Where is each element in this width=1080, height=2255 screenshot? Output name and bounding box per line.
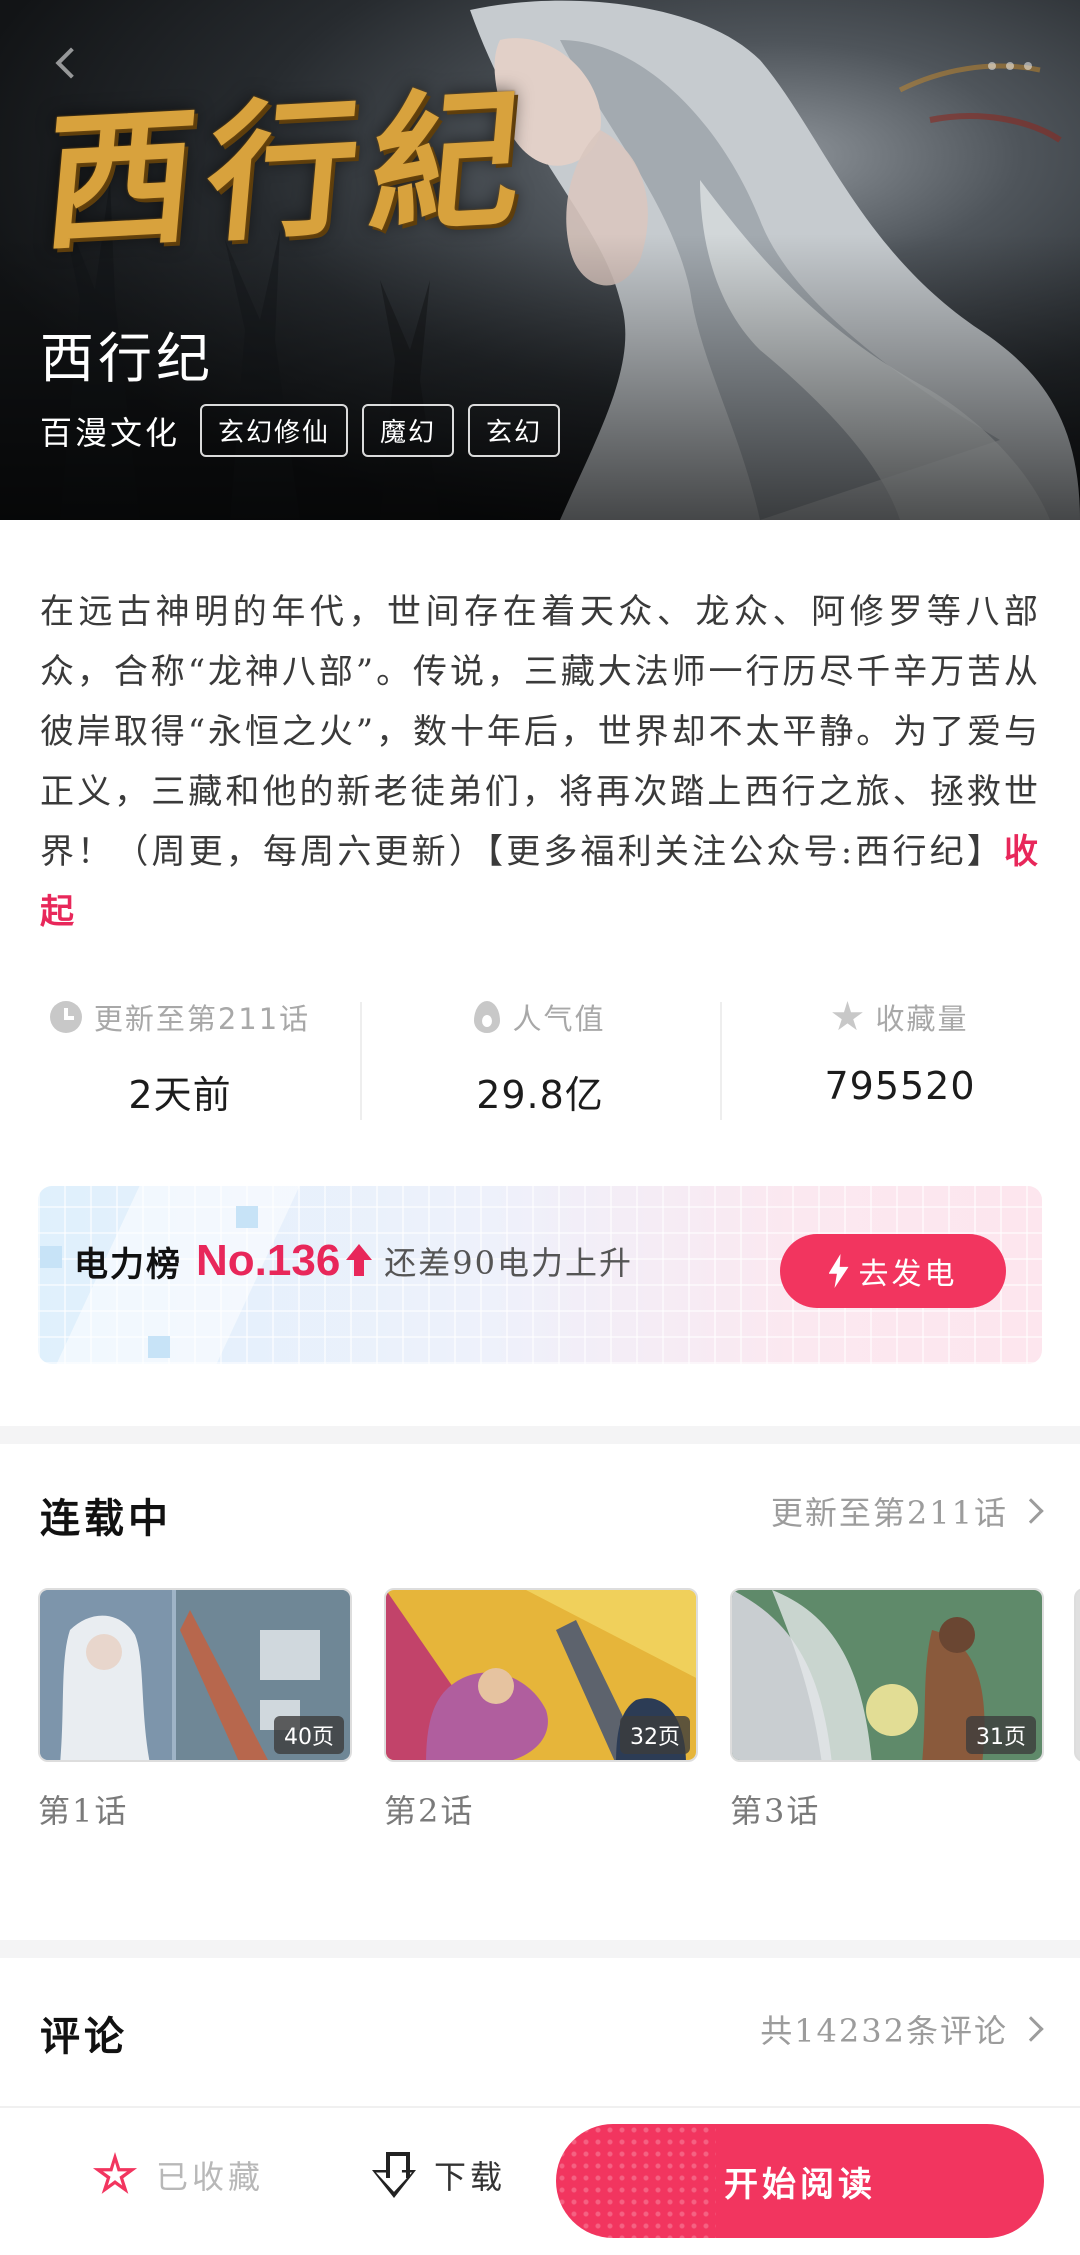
- more-options-button[interactable]: [972, 58, 1032, 74]
- tag-2[interactable]: 玄幻: [468, 404, 561, 457]
- stat-favorites: 收藏量 795520: [720, 996, 1080, 1126]
- charge-button-label: 去发电: [858, 1257, 958, 1292]
- section-divider: [0, 1940, 1080, 1958]
- chevron-left-icon: [55, 47, 87, 79]
- stat-update-value: 2天前: [128, 1073, 232, 1117]
- power-rank-row: 电力榜 No.136 还差90电力上升: [74, 1236, 633, 1286]
- comic-title: 西行纪: [40, 327, 214, 390]
- arrow-up-icon: [346, 1244, 373, 1278]
- stat-popularity-label: 人气值: [512, 1002, 606, 1036]
- power-rank-label: 电力榜: [74, 1244, 182, 1285]
- episode-item-peek[interactable]: [1074, 1588, 1080, 1762]
- flame-icon: [474, 1001, 501, 1033]
- episode-list: 40页 第1话 32页 第2话 31页 第3话: [38, 1588, 1080, 1838]
- stat-popularity: 人气值 29.8亿: [360, 996, 720, 1126]
- download-label: 下载: [434, 2158, 507, 2196]
- comic-meta: 百漫文化 玄幻修仙 魔幻 玄幻: [40, 404, 561, 457]
- tag-1[interactable]: 魔幻: [362, 404, 455, 457]
- stat-popularity-value: 29.8亿: [476, 1073, 604, 1117]
- episode-title: 第2话: [384, 1792, 475, 1830]
- stats-row: 更新至第211话 2天前 人气值 29.8亿 收藏量 795520: [0, 996, 1080, 1126]
- episode-title: 第1话: [38, 1792, 129, 1830]
- tag-0[interactable]: 玄幻修仙: [200, 404, 349, 457]
- favorite-label: 已收藏: [156, 2158, 265, 2196]
- download-icon: [372, 2152, 416, 2198]
- back-button[interactable]: [48, 44, 88, 84]
- lightning-icon: [828, 1254, 849, 1288]
- comic-description: 在远古神明的年代，世间存在着天众、龙众、阿修罗等八部众，合称“龙神八部”。传说，…: [40, 582, 1040, 942]
- episode-title: 第3话: [730, 1792, 821, 1830]
- stat-favorites-value: 795520: [824, 1064, 976, 1108]
- stat-favorites-label: 收藏量: [875, 1002, 969, 1036]
- episode-thumbnail: [1074, 1588, 1080, 1762]
- description-text: 在远古神明的年代，世间存在着天众、龙众、阿修罗等八部众，合称“龙神八部”。传说，…: [40, 592, 1040, 872]
- comments-count-label: 共14232条评论: [760, 2012, 1008, 2050]
- start-reading-label: 开始阅读: [724, 2164, 876, 2205]
- star-icon: [832, 1001, 863, 1031]
- comments-section-title: 评论: [40, 2013, 128, 2060]
- power-rank-card[interactable]: 电力榜 No.136 还差90电力上升 去发电: [38, 1186, 1042, 1364]
- charge-button[interactable]: 去发电: [780, 1234, 1006, 1308]
- episode-page-count: 32页: [620, 1716, 690, 1754]
- episode-item-3[interactable]: 31页 第3话: [730, 1588, 1044, 1832]
- episode-thumbnail: 32页: [384, 1588, 698, 1762]
- episode-item-1[interactable]: 40页 第1话: [38, 1588, 352, 1832]
- episode-page-count: 31页: [966, 1716, 1036, 1754]
- serial-more-label: 更新至第211话: [770, 1494, 1008, 1532]
- section-divider: [0, 1426, 1080, 1444]
- favorite-button[interactable]: 已收藏: [92, 2152, 264, 2198]
- serial-more-link[interactable]: 更新至第211话: [770, 1488, 1044, 1534]
- episode-thumbnail: 31页: [730, 1588, 1044, 1762]
- comments-more-link[interactable]: 共14232条评论: [760, 2006, 1044, 2052]
- clock-icon: [49, 1001, 82, 1033]
- episode-item-2[interactable]: 32页 第2话: [384, 1588, 698, 1832]
- stat-update: 更新至第211话 2天前: [0, 996, 360, 1126]
- star-outline-icon: [92, 2152, 138, 2194]
- author-name: 百漫文化: [40, 413, 181, 452]
- comic-logo: 西行紀: [36, 70, 542, 272]
- power-rank-number: No.136: [196, 1236, 341, 1285]
- serial-section-title: 连载中: [40, 1495, 172, 1542]
- chevron-right-icon: [1018, 2016, 1044, 2042]
- stat-update-label: 更新至第211话: [93, 1002, 311, 1036]
- cover-banner: 西行紀 西行纪 百漫文化 玄幻修仙 魔幻 玄幻: [0, 0, 1080, 520]
- episode-thumbnail: 40页: [38, 1588, 352, 1762]
- start-reading-button[interactable]: 开始阅读: [556, 2124, 1044, 2238]
- download-button[interactable]: 下载: [372, 2152, 506, 2198]
- chevron-right-icon: [1018, 1498, 1044, 1524]
- episode-page-count: 40页: [274, 1716, 344, 1754]
- power-rank-desc: 还差90电力上升: [384, 1244, 634, 1282]
